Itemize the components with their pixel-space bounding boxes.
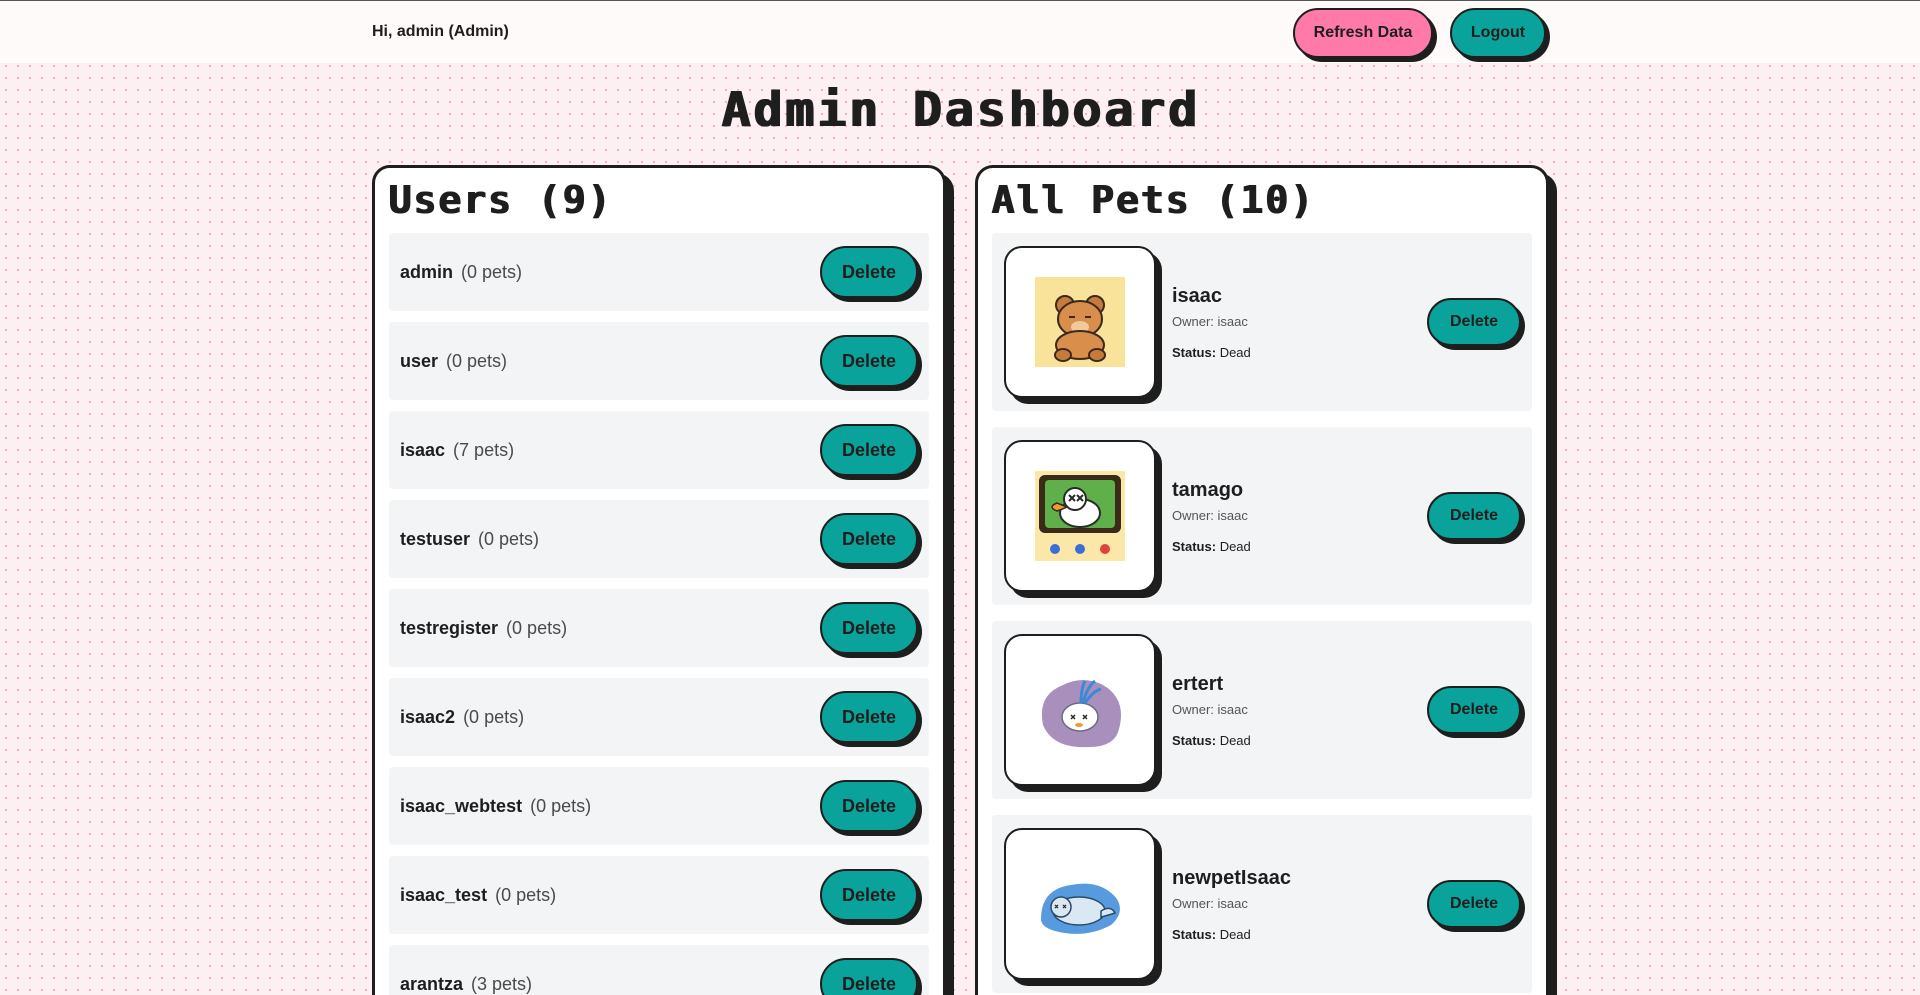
- user-row: user (0 pets) Delete: [389, 322, 929, 400]
- logout-button[interactable]: Logout: [1450, 8, 1546, 58]
- pet-status-label: Status:: [1172, 926, 1217, 942]
- pet-owner: Owner: isaac: [1172, 701, 1248, 717]
- pet-info: newpetIsaac Owner: isaac Status: Dead: [1172, 867, 1291, 942]
- pet-owner: Owner: isaac: [1172, 507, 1248, 523]
- user-row: admin (0 pets) Delete: [389, 233, 929, 311]
- user-pet-count: (0 pets): [495, 884, 557, 905]
- user-name: user: [400, 350, 439, 371]
- user-row: isaac_webtest (0 pets) Delete: [389, 767, 929, 845]
- pet-info: tamago Owner: isaac Status: Dead: [1172, 479, 1251, 554]
- user-name: testregister: [400, 617, 499, 638]
- delete-user-button[interactable]: Delete: [820, 869, 918, 921]
- user-name: isaac2: [400, 706, 456, 727]
- users-list: admin (0 pets) Delete user (0 pets) Dele…: [389, 233, 929, 995]
- seal-icon: [1035, 859, 1125, 949]
- delete-pet-button[interactable]: Delete: [1427, 492, 1521, 540]
- pet-card: isaac Owner: isaac Status: Dead Delete: [992, 233, 1532, 411]
- user-pet-count: (0 pets): [478, 528, 540, 549]
- user-pet-count: (0 pets): [446, 350, 508, 371]
- pet-status: Status: Dead: [1172, 927, 1291, 942]
- user-name: admin: [400, 261, 454, 282]
- page-title: Admin Dashboard: [720, 82, 1200, 138]
- delete-user-button[interactable]: Delete: [820, 246, 918, 298]
- pets-list: isaac Owner: isaac Status: Dead Delete t…: [992, 233, 1532, 995]
- pet-name: ertert: [1172, 672, 1224, 695]
- user-row: testuser (0 pets) Delete: [389, 500, 929, 578]
- pet-card: tamago Owner: isaac Status: Dead Delete: [992, 427, 1532, 605]
- user-name: isaac: [400, 439, 446, 460]
- pet-status-label: Status:: [1172, 538, 1217, 554]
- delete-user-button[interactable]: Delete: [820, 780, 918, 832]
- pet-name: isaac: [1172, 284, 1223, 307]
- pet-info: ertert Owner: isaac Status: Dead: [1172, 673, 1251, 748]
- pet-image-frame: [1004, 440, 1156, 592]
- pet-status-value: Dead: [1219, 344, 1251, 360]
- pet-image-frame: [1004, 828, 1156, 980]
- pet-image-frame: [1004, 634, 1156, 786]
- pet-card: ertert Owner: isaac Status: Dead Delete: [992, 621, 1532, 799]
- top-bar: Hi, admin (Admin) Refresh Data Logout: [0, 0, 1920, 63]
- user-row: testregister (0 pets) Delete: [389, 589, 929, 667]
- users-panel[interactable]: Users (9) admin (0 pets) Delete user (0 …: [372, 165, 946, 995]
- user-pet-count: (0 pets): [461, 261, 523, 282]
- user-row: isaac_test (0 pets) Delete: [389, 856, 929, 934]
- user-row: isaac (7 pets) Delete: [389, 411, 929, 489]
- pet-owner: Owner: isaac: [1172, 895, 1248, 911]
- delete-pet-button[interactable]: Delete: [1427, 298, 1521, 346]
- pet-status-value: Dead: [1219, 538, 1251, 554]
- pet-status-value: Dead: [1219, 926, 1251, 942]
- pet-status: Status: Dead: [1172, 345, 1251, 360]
- user-pet-count: (3 pets): [471, 973, 533, 994]
- pet-owner: Owner: isaac: [1172, 313, 1248, 329]
- user-name: isaac_test: [400, 884, 488, 905]
- pet-status: Status: Dead: [1172, 539, 1251, 554]
- delete-pet-button[interactable]: Delete: [1427, 880, 1521, 928]
- user-pet-count: (0 pets): [506, 617, 568, 638]
- ghost-bird-icon: [1035, 665, 1125, 755]
- user-pet-count: (0 pets): [530, 795, 592, 816]
- pet-name: tamago: [1172, 478, 1244, 501]
- pet-status-value: Dead: [1219, 732, 1251, 748]
- users-panel-title: Users (9): [388, 178, 612, 222]
- pet-status-label: Status:: [1172, 732, 1217, 748]
- pet-card: newpetIsaac Owner: isaac Status: Dead De…: [992, 815, 1532, 993]
- delete-user-button[interactable]: Delete: [820, 691, 918, 743]
- user-row: arantza (3 pets) Delete: [389, 945, 929, 995]
- user-name: isaac_webtest: [400, 795, 523, 816]
- user-row: isaac2 (0 pets) Delete: [389, 678, 929, 756]
- pet-name: newpetIsaac: [1172, 866, 1291, 889]
- delete-user-button[interactable]: Delete: [820, 602, 918, 654]
- user-pet-count: (0 pets): [463, 706, 525, 727]
- user-name: arantza: [400, 973, 464, 994]
- refresh-data-button[interactable]: Refresh Data: [1293, 8, 1433, 58]
- user-greeting: Hi, admin (Admin): [372, 23, 509, 40]
- pet-info: isaac Owner: isaac Status: Dead: [1172, 285, 1251, 360]
- user-pet-count: (7 pets): [453, 439, 515, 460]
- delete-user-button[interactable]: Delete: [820, 958, 918, 995]
- delete-user-button[interactable]: Delete: [820, 335, 918, 387]
- delete-user-button[interactable]: Delete: [820, 513, 918, 565]
- pet-status: Status: Dead: [1172, 733, 1251, 748]
- delete-user-button[interactable]: Delete: [820, 424, 918, 476]
- user-name: testuser: [400, 528, 471, 549]
- sleeping-bear-icon: [1035, 277, 1125, 367]
- pets-panel-title: All Pets (10): [991, 178, 1315, 222]
- pet-image-frame: [1004, 246, 1156, 398]
- pets-panel[interactable]: All Pets (10) isaac Owner: isaac Status:…: [975, 165, 1549, 995]
- pet-status-label: Status:: [1172, 344, 1217, 360]
- duck-console-icon: [1035, 471, 1125, 561]
- delete-pet-button[interactable]: Delete: [1427, 686, 1521, 734]
